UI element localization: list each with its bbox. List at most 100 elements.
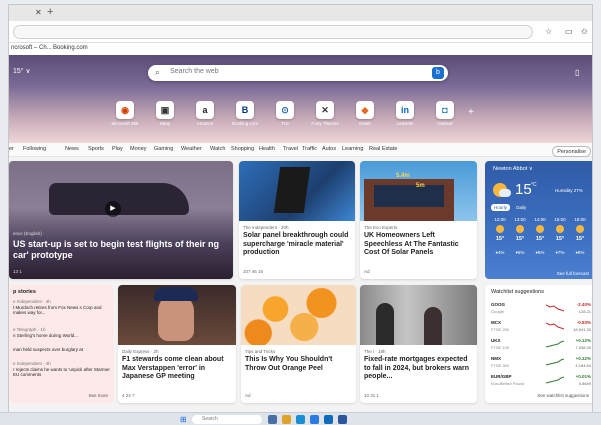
quick-link-tile[interactable]: ◉ Microsoft 365 (105, 101, 145, 126)
card-title[interactable]: F1 stewards come clean about Max Verstap… (122, 356, 232, 382)
feature-title[interactable]: US start-up is set to begin test flights… (13, 239, 225, 261)
weather-widget[interactable]: Newton Abbot ∨ 15 °C Humidity 27% Hourly… (485, 161, 592, 279)
weather-location[interactable]: Newton Abbot ∨ (493, 166, 533, 172)
watchlist-more-link[interactable]: See watchlist suggestions (537, 393, 589, 398)
add-site-icon[interactable]: + (468, 107, 474, 118)
hero-temperature[interactable]: 15° ∨ (13, 67, 31, 75)
address-bar-row: ☆ ▭ ✩ (9, 21, 592, 43)
top-stories-title: p stories (13, 289, 36, 295)
nav-item[interactable]: News (65, 146, 79, 152)
search-input[interactable]: Search the web (170, 68, 219, 75)
ticker-name: FTSE 350 (491, 363, 510, 368)
site-icon: a (196, 101, 214, 119)
fav-item[interactable]: ncrosoft – Ch... (11, 45, 52, 51)
watchlist-row[interactable]: EUR/GBP Euro/British Pound +0.01% 0.8649 (491, 373, 591, 389)
tab-daily[interactable]: Daily (513, 204, 529, 211)
price-value: 18,941.33 (573, 327, 591, 332)
top-story-item[interactable]: man held suspects over burglary at (13, 347, 110, 353)
card-source: The i · 18h (364, 349, 386, 354)
top-story-item[interactable]: e Independent · 4h r rejects claims he wa… (13, 361, 110, 378)
nav-item[interactable]: Autos (322, 146, 336, 152)
taskbar: ⊞ Search (0, 412, 601, 425)
watchlist-row[interactable]: GOOG Google -2.40% 128.21 (491, 301, 591, 317)
nav-item[interactable]: Travel (283, 146, 298, 152)
news-card[interactable]: The i · 18h Fixed-rate mortgages expecte… (360, 285, 477, 403)
nav-item[interactable]: Money (130, 146, 147, 152)
quick-link-label: Amazon (196, 121, 214, 126)
nav-item[interactable]: Watch (210, 146, 225, 152)
card-title[interactable]: Solar panel breakthrough could superchar… (243, 232, 351, 258)
ad-card[interactable]: 5.4m 5m The Eco Experts UK Homeowners Le… (360, 161, 477, 279)
top-story-item[interactable]: e Independent · 4h t Murdoch retires from… (13, 299, 110, 316)
settings-icon[interactable]: ▯ (575, 68, 579, 77)
card-title[interactable]: Fixed-rate mortgages expected to fall in… (364, 356, 473, 382)
news-card[interactable]: The Independent · 20h Solar panel breakt… (239, 161, 355, 279)
news-card[interactable]: Daily Express · 2h F1 stewards come clea… (118, 285, 236, 403)
rain-chance: ▾5% (515, 250, 525, 255)
watchlist-row[interactable]: MCX FTSE 250 -0.93% 18,941.33 (491, 319, 591, 335)
quick-link-tile[interactable]: B Booking.com (225, 101, 265, 126)
full-forecast-link[interactable]: See full forecast (557, 271, 589, 276)
nav-item[interactable]: Real Estate (369, 146, 397, 152)
tab-hourly[interactable]: Hourly (491, 204, 511, 211)
nav-item[interactable]: Shopping (231, 146, 254, 152)
mail-icon[interactable] (324, 415, 333, 424)
top-story-item[interactable]: e Telegraph · 1h n Sterling's home during… (13, 327, 110, 338)
nav-item[interactable]: Play (112, 146, 123, 152)
quick-link-tile[interactable]: in LinkedIn (385, 101, 425, 126)
close-tab-icon[interactable]: ✕ (35, 8, 45, 18)
sunny-icon (496, 225, 504, 233)
quick-link-tile[interactable]: ◘ Outlook (425, 101, 465, 126)
fav-item[interactable]: Booking.com (53, 45, 88, 51)
ticker-symbol: EUR/GBP (491, 374, 512, 379)
hour-label: 16:00 (574, 217, 586, 222)
price-change: -2.40% (576, 302, 591, 307)
watchlist-row[interactable]: UKX FTSE 100 +0.12% 7,538.90 (491, 337, 591, 353)
quick-link-tile[interactable]: ⊙ TUI (265, 101, 305, 126)
favorites-icon[interactable]: ✩ (581, 27, 588, 36)
quick-link-tile[interactable]: ◆ Deals (345, 101, 385, 126)
nav-item[interactable]: Learning (342, 146, 363, 152)
split-screen-icon[interactable]: ▭ (565, 27, 573, 36)
story-text: r rejects claims he wants to 'unpick aft… (13, 366, 110, 378)
nav-item[interactable]: Gaming (154, 146, 173, 152)
hero-banner: 15° ∨ ⌕ Search the web b ▯ ◉ Microsoft 36… (9, 55, 592, 143)
star-icon[interactable]: ☆ (545, 27, 552, 36)
nav-item[interactable]: Traffic (302, 146, 317, 152)
category-nav: Personalise er Following News Sports Play Mon… (9, 143, 592, 157)
card-meta: 107 46 15 (243, 269, 264, 274)
ad-card[interactable]: Tips and Tricks This Is Why You Shouldn'… (241, 285, 356, 403)
site-icon: ◘ (436, 101, 454, 119)
address-bar[interactable] (13, 25, 533, 39)
nav-item[interactable]: Following (23, 146, 46, 152)
taskbar-search[interactable]: Search (192, 415, 262, 424)
bing-icon[interactable]: b (432, 67, 444, 79)
feature-card[interactable]: ▶ ence (English) · US start-up is set to… (9, 161, 233, 279)
new-tab-button[interactable]: + (47, 6, 53, 18)
windows-start-icon[interactable]: ⊞ (180, 415, 187, 424)
quick-link-tile[interactable]: ▣ eBay (145, 101, 185, 126)
task-view-icon[interactable] (268, 415, 277, 424)
site-icon: ⊙ (276, 101, 294, 119)
card-title[interactable]: This Is Why You Shouldn't Throw Out Oran… (245, 356, 352, 373)
card-title[interactable]: UK Homeowners Left Speechless At The Fan… (364, 232, 473, 258)
price-value: 7,538.90 (575, 345, 591, 350)
site-icon: ◆ (356, 101, 374, 119)
store-icon[interactable] (310, 415, 319, 424)
nav-item[interactable]: Health (259, 146, 275, 152)
play-icon[interactable]: ▶ (105, 201, 121, 217)
file-explorer-icon[interactable] (282, 415, 291, 424)
solar-array (374, 185, 444, 207)
search-box[interactable]: ⌕ Search the web b (148, 65, 448, 81)
edge-icon[interactable] (296, 415, 305, 424)
nav-item[interactable]: Weather (181, 146, 202, 152)
nav-item[interactable]: Sports (88, 146, 104, 152)
watchlist-row[interactable]: NMX FTSE 350 +0.12% 4,184.84 (491, 355, 591, 371)
watchlist-widget[interactable]: Watchlist suggestions GOOG Google -2.40% 12… (485, 285, 592, 403)
quick-link-tile[interactable]: a Amazon (185, 101, 225, 126)
personalise-button[interactable]: Personalise (552, 146, 591, 157)
see-more-link[interactable]: See more (88, 393, 108, 398)
word-icon[interactable] (338, 415, 347, 424)
quick-link-tile[interactable]: ✕ Forty Thieves (305, 101, 345, 126)
nav-item[interactable]: er (9, 146, 14, 152)
